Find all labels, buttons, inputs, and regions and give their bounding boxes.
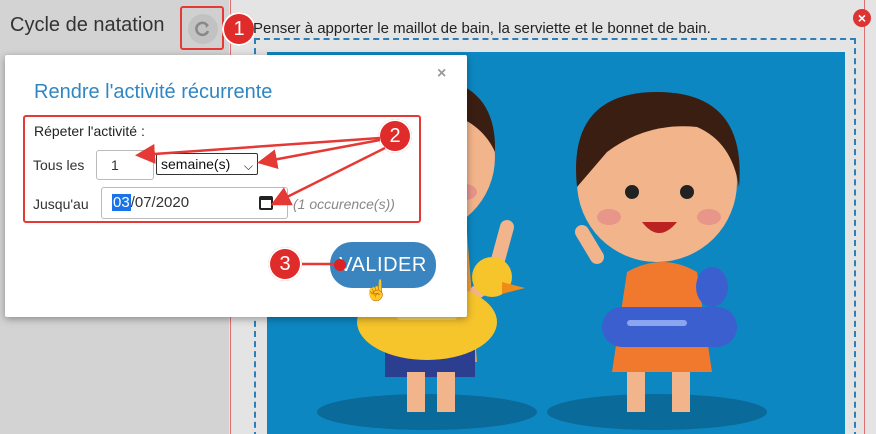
hand-cursor-icon: ☝ xyxy=(364,280,389,302)
annotation-dot xyxy=(334,259,346,271)
annotation-arrows xyxy=(135,136,386,266)
